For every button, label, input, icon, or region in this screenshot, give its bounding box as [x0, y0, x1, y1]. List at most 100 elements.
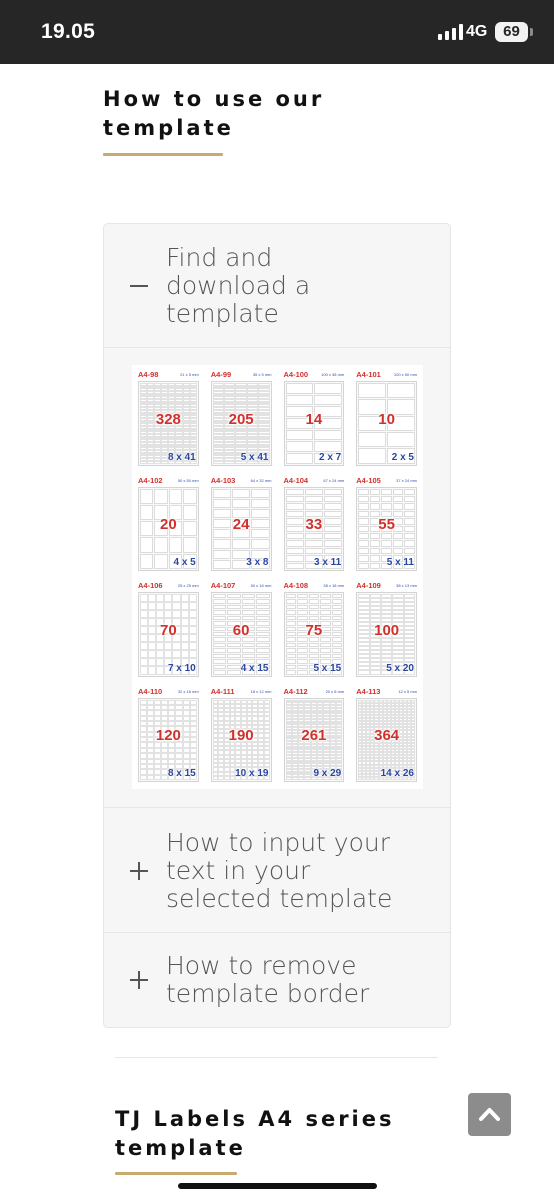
heading-underline — [115, 1172, 237, 1175]
template-label-size: 50 x 50 mm — [177, 477, 199, 483]
home-indicator — [178, 1183, 377, 1189]
section-title-line: TJ Labels A4 series — [115, 1107, 395, 1131]
template-label-size: 18 x 12 mm — [250, 688, 272, 694]
template-grid-dims: 4 x 5 — [173, 557, 196, 568]
battery-icon: 69 — [495, 22, 528, 42]
template-thumbnail: A4-99 35 x 5 mm 205 5 x 41 — [208, 369, 274, 469]
template-thumbnail: A4-108 38 x 18 mm 75 5 x 15 — [281, 580, 347, 680]
template-thumbnail: A4-110 32 x 16 mm 120 8 x 15 — [136, 685, 201, 785]
template-grid-dims: 4 x 15 — [240, 662, 269, 674]
template-code: A4-101 — [356, 370, 381, 379]
template-code: A4-100 — [283, 370, 309, 379]
section-title-line: template — [115, 1136, 246, 1160]
template-grid-dims: 2 x 7 — [319, 451, 342, 463]
template-thumbnail: A4-106 25 x 25 mm 70 7 x 10 — [136, 580, 201, 680]
template-grid-dims: 5 x 15 — [313, 662, 342, 674]
template-grid-dims: 10 x 19 — [235, 768, 269, 779]
template-code: A4-103 — [210, 475, 236, 485]
template-label-count: 190 — [228, 727, 254, 745]
template-label-size: 37 x 24 mm — [396, 477, 417, 483]
template-label-count: 10 — [378, 410, 395, 428]
chevron-up-icon — [479, 1108, 500, 1121]
template-label-size: 12 x 5 mm — [398, 688, 417, 694]
template-label-size: 35 x 5 mm — [252, 372, 272, 377]
accordion-item-input-text[interactable]: How to input your text in your selected … — [104, 809, 450, 933]
accordion-panel-find-download: A4-98 21 x 5 mm 328 8 x 41 A4-99 35 x 5 mm 20 5… — [104, 348, 450, 808]
template-label-count: 24 — [232, 516, 250, 534]
template-thumbnail: A4-111 18 x 12 mm 190 10 x 19 — [208, 685, 274, 785]
accordion: Find and download a template A4-98 21 x 5… — [103, 223, 451, 1028]
battery-tip — [530, 28, 533, 36]
template-label-size: 50 x 16 mm — [250, 583, 272, 588]
template-label-size: 32 x 16 mm — [177, 688, 199, 694]
accordion-title[interactable]: How to remove template border — [166, 952, 369, 1008]
template-thumbnail: A4-102 50 x 50 mm 20 4 x 5 — [136, 474, 201, 574]
section-title-line: template — [103, 116, 234, 140]
accordion-title[interactable]: How to input your text in your selected … — [166, 829, 392, 913]
status-time: 19.05 — [41, 20, 96, 43]
template-thumbnail: A4-109 38 x 13 mm 100 5 x 20 — [354, 580, 419, 680]
template-grid-dims: 7 x 10 — [167, 662, 196, 674]
template-label-size: 100 x 50 mm — [393, 372, 417, 377]
template-label-count: 14 — [305, 410, 323, 428]
scroll-to-top-button[interactable] — [468, 1093, 511, 1136]
template-thumbnail: A4-104 67 x 24 mm 33 3 x 11 — [281, 474, 347, 574]
template-label-count: 100 — [374, 621, 400, 639]
template-label-count: 328 — [155, 410, 181, 428]
template-label-size: 38 x 18 mm — [323, 583, 345, 588]
heading-underline — [103, 153, 223, 156]
template-label-size: 21 x 5 mm — [180, 372, 199, 377]
template-code: A4-106 — [138, 581, 163, 590]
template-thumbnail: A4-103 64 x 32 mm 24 3 x 8 — [208, 474, 274, 574]
template-code: A4-98 — [138, 370, 159, 379]
template-grid-dims: 5 x 11 — [386, 557, 414, 568]
template-grid-dims: 8 x 41 — [167, 451, 196, 463]
template-label-count: 60 — [232, 621, 250, 639]
network-type: 4G — [466, 23, 488, 40]
template-grid-image: A4-98 21 x 5 mm 328 8 x 41 A4-99 35 x 5 mm 20 5… — [132, 365, 423, 789]
template-code: A4-105 — [356, 475, 381, 485]
template-label-size: 20 x 8 mm — [325, 688, 345, 694]
template-label-count: 55 — [378, 516, 395, 534]
template-code: A4-110 — [138, 686, 163, 696]
template-thumbnail: A4-112 20 x 8 mm 261 9 x 29 — [281, 685, 347, 785]
template-code: A4-113 — [356, 686, 381, 696]
accordion-item-remove-border[interactable]: How to remove template border — [104, 933, 450, 1027]
minus-icon[interactable] — [130, 277, 148, 295]
template-thumbnail: A4-105 37 x 24 mm 55 5 x 11 — [354, 474, 419, 574]
template-label-count: 33 — [305, 516, 323, 534]
template-label-size: 100 x 38 mm — [321, 372, 345, 377]
template-label-size: 38 x 13 mm — [396, 583, 417, 588]
template-code: A4-99 — [210, 370, 232, 379]
template-label-count: 120 — [155, 727, 181, 745]
status-bar: 19.05 4G 69 — [0, 0, 554, 64]
divider — [115, 1057, 438, 1058]
template-grid-dims: 5 x 20 — [386, 662, 414, 674]
template-grid-dims: 2 x 5 — [391, 451, 414, 463]
signal-bars-icon — [438, 24, 463, 40]
template-label-size: 67 x 24 mm — [323, 477, 345, 483]
template-code: A4-109 — [356, 581, 381, 590]
template-grid-dims: 3 x 11 — [313, 557, 342, 568]
accordion-item-find-download[interactable]: Find and download a template — [104, 224, 450, 348]
accordion-title[interactable]: Find and download a template — [166, 244, 310, 328]
template-thumbnail: A4-113 12 x 5 mm 364 14 x 26 — [354, 685, 419, 785]
template-code: A4-112 — [283, 686, 308, 696]
template-code: A4-107 — [210, 581, 236, 590]
template-thumbnail: A4-107 50 x 16 mm 60 4 x 15 — [208, 580, 274, 680]
template-thumbnail: A4-98 21 x 5 mm 328 8 x 41 — [136, 369, 201, 469]
template-label-size: 25 x 25 mm — [177, 583, 199, 588]
plus-icon[interactable] — [130, 971, 148, 989]
template-thumbnail: A4-100 100 x 38 mm 14 2 x 7 — [281, 369, 347, 469]
plus-icon[interactable] — [130, 862, 148, 880]
section-title-how-to-use: How to use our template — [103, 85, 324, 143]
template-label-size: 64 x 32 mm — [250, 477, 272, 483]
template-grid-dims: 8 x 15 — [167, 768, 196, 779]
template-label-count: 75 — [305, 621, 323, 639]
template-grid-dims: 3 x 8 — [246, 557, 269, 568]
template-code: A4-104 — [283, 475, 309, 485]
template-code: A4-102 — [138, 475, 163, 485]
template-label-count: 20 — [160, 516, 177, 534]
template-grid-dims: 9 x 29 — [313, 768, 342, 779]
template-grid-dims: 5 x 41 — [240, 451, 269, 463]
